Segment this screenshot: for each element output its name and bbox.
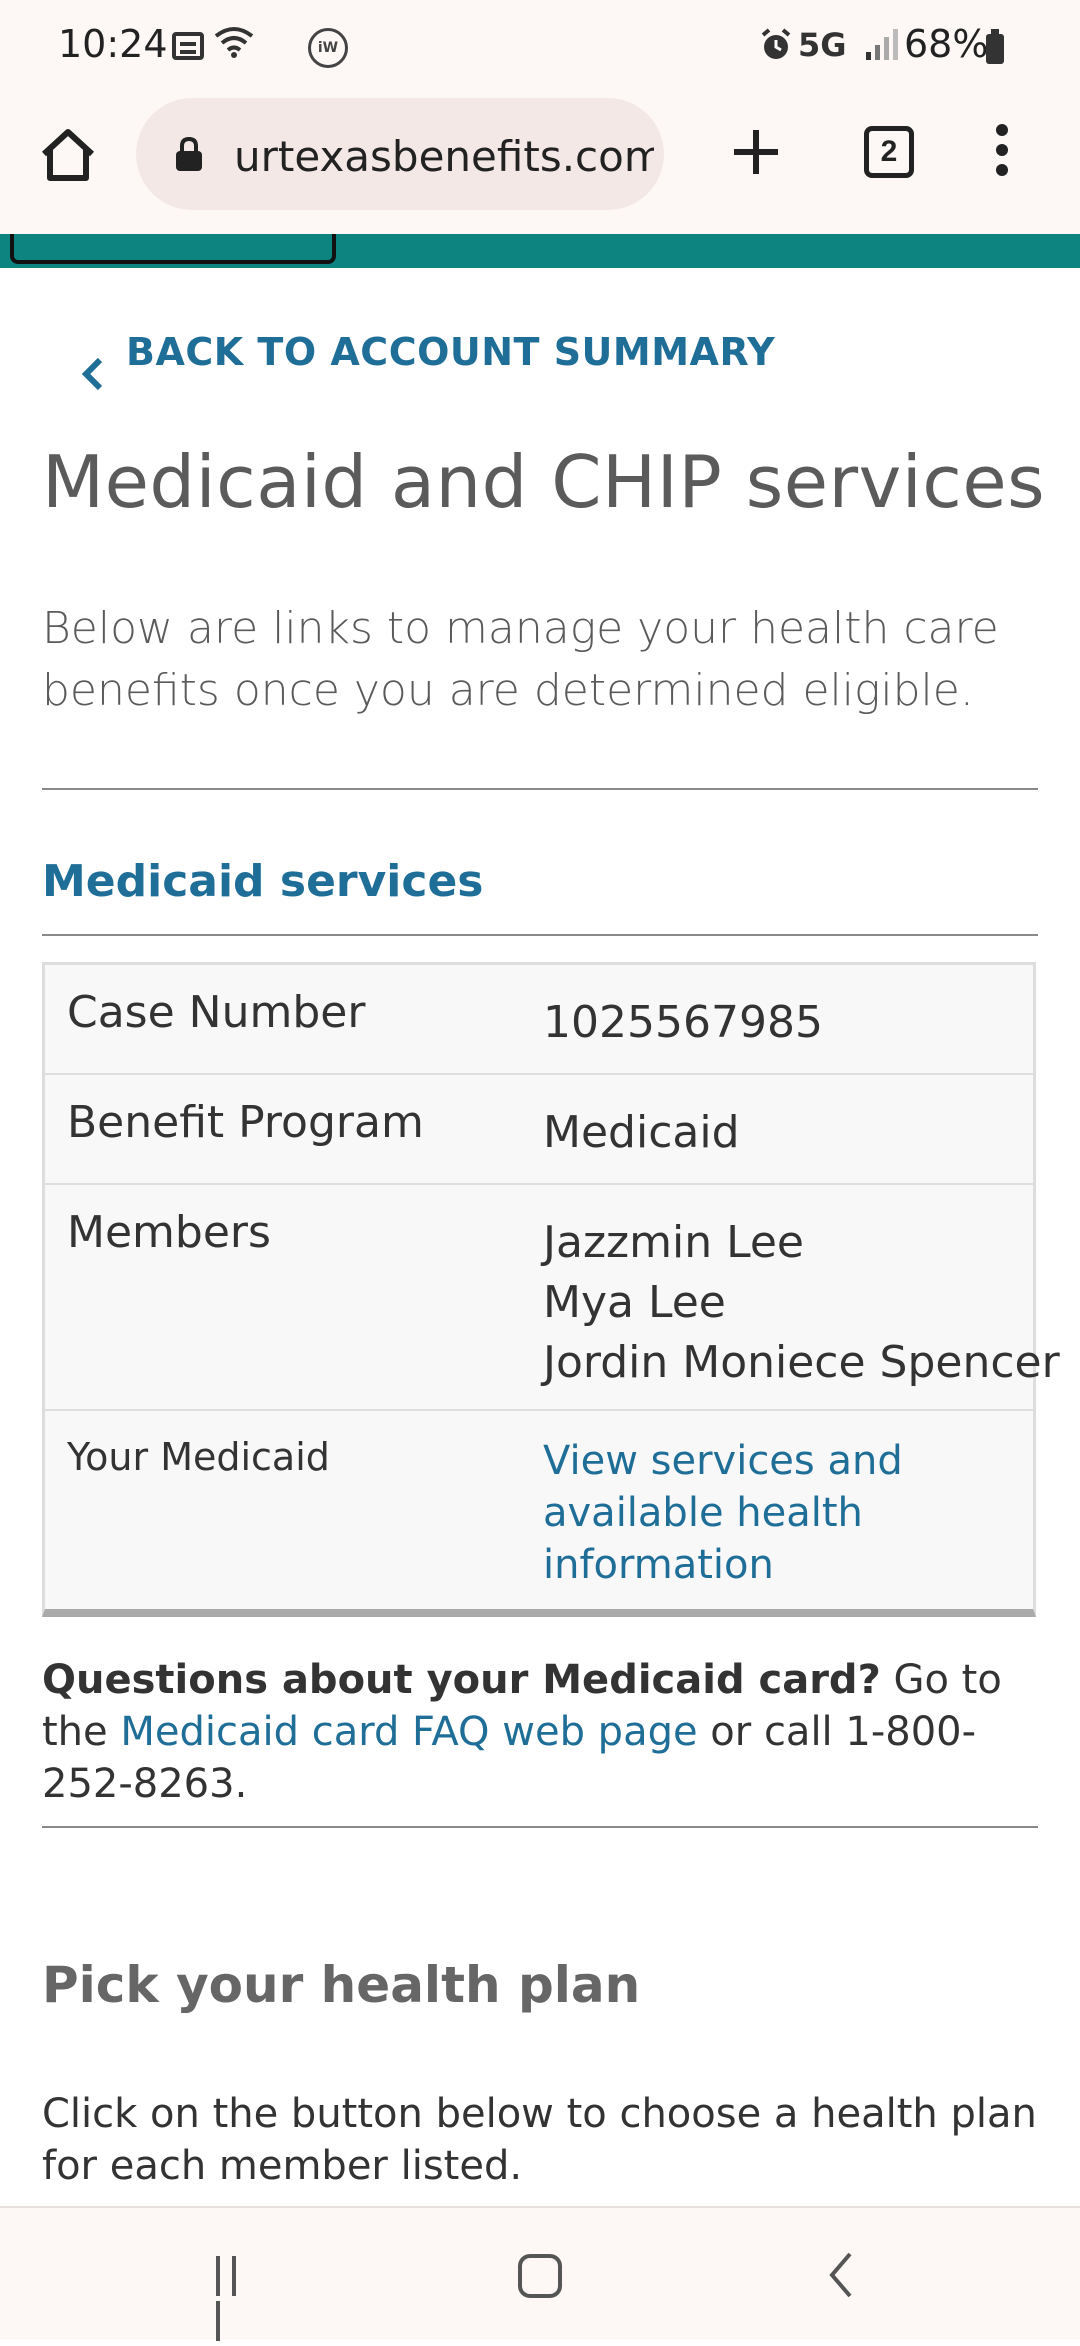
table-row: Your Medicaid View services and availabl… xyxy=(45,1411,1033,1609)
page-title: Medicaid and CHIP services xyxy=(42,440,1046,524)
wifi-icon xyxy=(214,24,254,67)
table-row: Members Jazzmin Lee Mya Lee Jordin Monie… xyxy=(45,1185,1060,1411)
members-list: Jazzmin Lee Mya Lee Jordin Moniece Spenc… xyxy=(543,1213,1060,1393)
signal-icon xyxy=(866,28,900,67)
back-link-label[interactable]: BACK TO ACCOUNT SUMMARY xyxy=(126,330,775,374)
system-nav-bar xyxy=(0,2206,1080,2341)
benefit-program-label: Benefit Program xyxy=(67,1097,424,1148)
case-number-label: Case Number xyxy=(67,987,366,1038)
case-number-value: 1025567985 xyxy=(543,997,823,1048)
status-time: 10:24 xyxy=(58,22,168,66)
medicaid-info-table: Case Number 1025567985 Benefit Program M… xyxy=(42,962,1060,1617)
medicaid-card-faq-link[interactable]: Medicaid card FAQ web page xyxy=(120,1709,697,1755)
members-label: Members xyxy=(67,1207,271,1258)
member-name: Mya Lee xyxy=(543,1277,726,1328)
view-services-link[interactable]: View services and available health infor… xyxy=(543,1435,903,1591)
more-menu-button[interactable] xyxy=(990,124,1014,184)
back-icon xyxy=(829,2252,852,2298)
recents-button[interactable] xyxy=(216,2256,260,2341)
network-type: 5G xyxy=(798,26,847,64)
pick-health-plan-text: Click on the button below to choose a he… xyxy=(42,2091,1037,2189)
section-title-medicaid: Medicaid services xyxy=(42,856,484,907)
member-name: Jazzmin Lee xyxy=(543,1217,804,1268)
home-icon xyxy=(41,129,95,181)
table-row: Case Number 1025567985 xyxy=(45,965,1033,1075)
alarm-icon xyxy=(760,28,792,70)
lock-icon xyxy=(176,136,202,171)
url-text[interactable]: urtexasbenefits.com xyxy=(234,132,654,181)
browser-toolbar: urtexasbenefits.com 2 xyxy=(0,94,1080,234)
divider xyxy=(42,934,1038,936)
divider xyxy=(42,788,1038,790)
site-header-tab xyxy=(10,234,336,264)
medicaid-card-questions: Questions about your Medicaid card? Go t… xyxy=(42,1654,1042,1810)
back-nav-button[interactable] xyxy=(826,2250,856,2300)
pick-health-plan-title: Pick your health plan xyxy=(42,1956,641,2014)
questions-heading: Questions about your Medicaid card? xyxy=(42,1657,881,1703)
your-medicaid-label: Your Medicaid xyxy=(67,1435,330,1479)
message-icon xyxy=(172,32,204,60)
new-tab-button[interactable] xyxy=(726,122,786,182)
home-nav-button[interactable] xyxy=(518,2254,562,2298)
back-to-account-summary-link[interactable]: BACK TO ACCOUNT SUMMARY xyxy=(78,330,775,400)
address-bar[interactable]: urtexasbenefits.com xyxy=(136,98,664,210)
status-bar: 10:24 iW 5G 68% xyxy=(0,0,1080,94)
chevron-left-icon xyxy=(81,357,103,391)
intro-text: Below are links to manage your health ca… xyxy=(42,603,999,716)
battery-percent: 68% xyxy=(904,22,989,66)
plus-icon xyxy=(734,130,778,174)
tab-switcher-button[interactable]: 2 xyxy=(864,126,914,178)
benefit-program-value: Medicaid xyxy=(543,1107,740,1158)
battery-icon xyxy=(986,29,1004,64)
member-name: Jordin Moniece Spencer xyxy=(543,1337,1060,1388)
table-row: Benefit Program Medicaid xyxy=(45,1075,1033,1185)
page-content: BACK TO ACCOUNT SUMMARY Medicaid and CHI… xyxy=(0,268,1080,2206)
iw-badge-icon: iW xyxy=(308,28,348,68)
home-button[interactable] xyxy=(38,124,98,184)
divider xyxy=(42,1826,1038,1828)
